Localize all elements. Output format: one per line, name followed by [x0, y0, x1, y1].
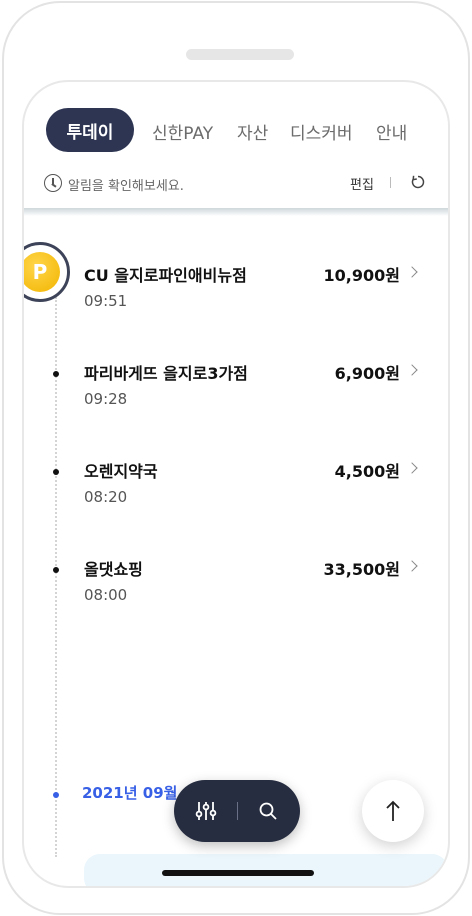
- date-dot: [53, 792, 59, 798]
- edit-button[interactable]: 편집: [350, 174, 374, 193]
- chevron-right-icon: [406, 560, 418, 572]
- chevron-right-icon: [406, 364, 418, 376]
- transaction-row[interactable]: 올댓쇼핑 08:00 33,500원: [24, 556, 448, 616]
- home-indicator: [162, 870, 314, 876]
- timeline-dot: [53, 371, 59, 377]
- refresh-icon[interactable]: [410, 174, 426, 190]
- transaction-amount: 6,900원: [334, 364, 400, 383]
- filter-sliders-icon[interactable]: [192, 797, 220, 825]
- header-shadow: [24, 208, 448, 216]
- toolbar-divider: [237, 802, 238, 820]
- notice-row: 알림을 확인해보세요. 편집: [24, 170, 448, 196]
- arrow-up-icon: [386, 800, 400, 821]
- transaction-row[interactable]: 오렌지약국 08:20 4,500원: [24, 458, 448, 518]
- tab-assets[interactable]: 자산: [237, 119, 268, 144]
- transaction-time: 08:00: [84, 586, 128, 604]
- transaction-time: 08:20: [84, 488, 128, 506]
- timeline-dot: [53, 469, 59, 475]
- tab-guide[interactable]: 안내: [376, 119, 407, 144]
- scroll-top-button[interactable]: [362, 780, 424, 842]
- merchant-name: CU 을지로파인애비뉴점: [84, 266, 247, 285]
- tab-discover[interactable]: 디스커버: [290, 119, 353, 144]
- transaction-row[interactable]: 파리바게뜨 을지로3가점 09:28 6,900원: [24, 360, 448, 420]
- top-tabs: 투데이 신한PAY 자산 디스커버 안내: [24, 106, 448, 154]
- search-icon[interactable]: [254, 797, 282, 825]
- transaction-time: 09:51: [84, 292, 128, 310]
- transaction-row[interactable]: CU 을지로파인애비뉴점 09:51 10,900원: [24, 262, 448, 322]
- tab-shinhan-pay[interactable]: 신한PAY: [152, 119, 213, 144]
- floating-toolbar: [174, 780, 300, 842]
- chevron-right-icon: [406, 266, 418, 278]
- tab-today[interactable]: 투데이: [46, 108, 134, 152]
- transaction-amount: 4,500원: [334, 462, 400, 481]
- chevron-right-icon: [406, 462, 418, 474]
- clock-icon: [44, 174, 62, 192]
- divider: [390, 177, 391, 188]
- app-screen: 투데이 신한PAY 자산 디스커버 안내 알림을 확인해보세요. 편집 P CU…: [22, 80, 450, 888]
- merchant-name: 파리바게뜨 을지로3가점: [84, 364, 248, 383]
- merchant-name: 오렌지약국: [84, 462, 158, 481]
- transaction-time: 09:28: [84, 390, 128, 408]
- speaker-slot: [186, 49, 294, 60]
- transaction-amount: 33,500원: [323, 560, 400, 579]
- merchant-name: 올댓쇼핑: [84, 560, 143, 579]
- transaction-amount: 10,900원: [323, 266, 400, 285]
- notice-text[interactable]: 알림을 확인해보세요.: [68, 175, 184, 194]
- timeline-dot: [53, 567, 59, 573]
